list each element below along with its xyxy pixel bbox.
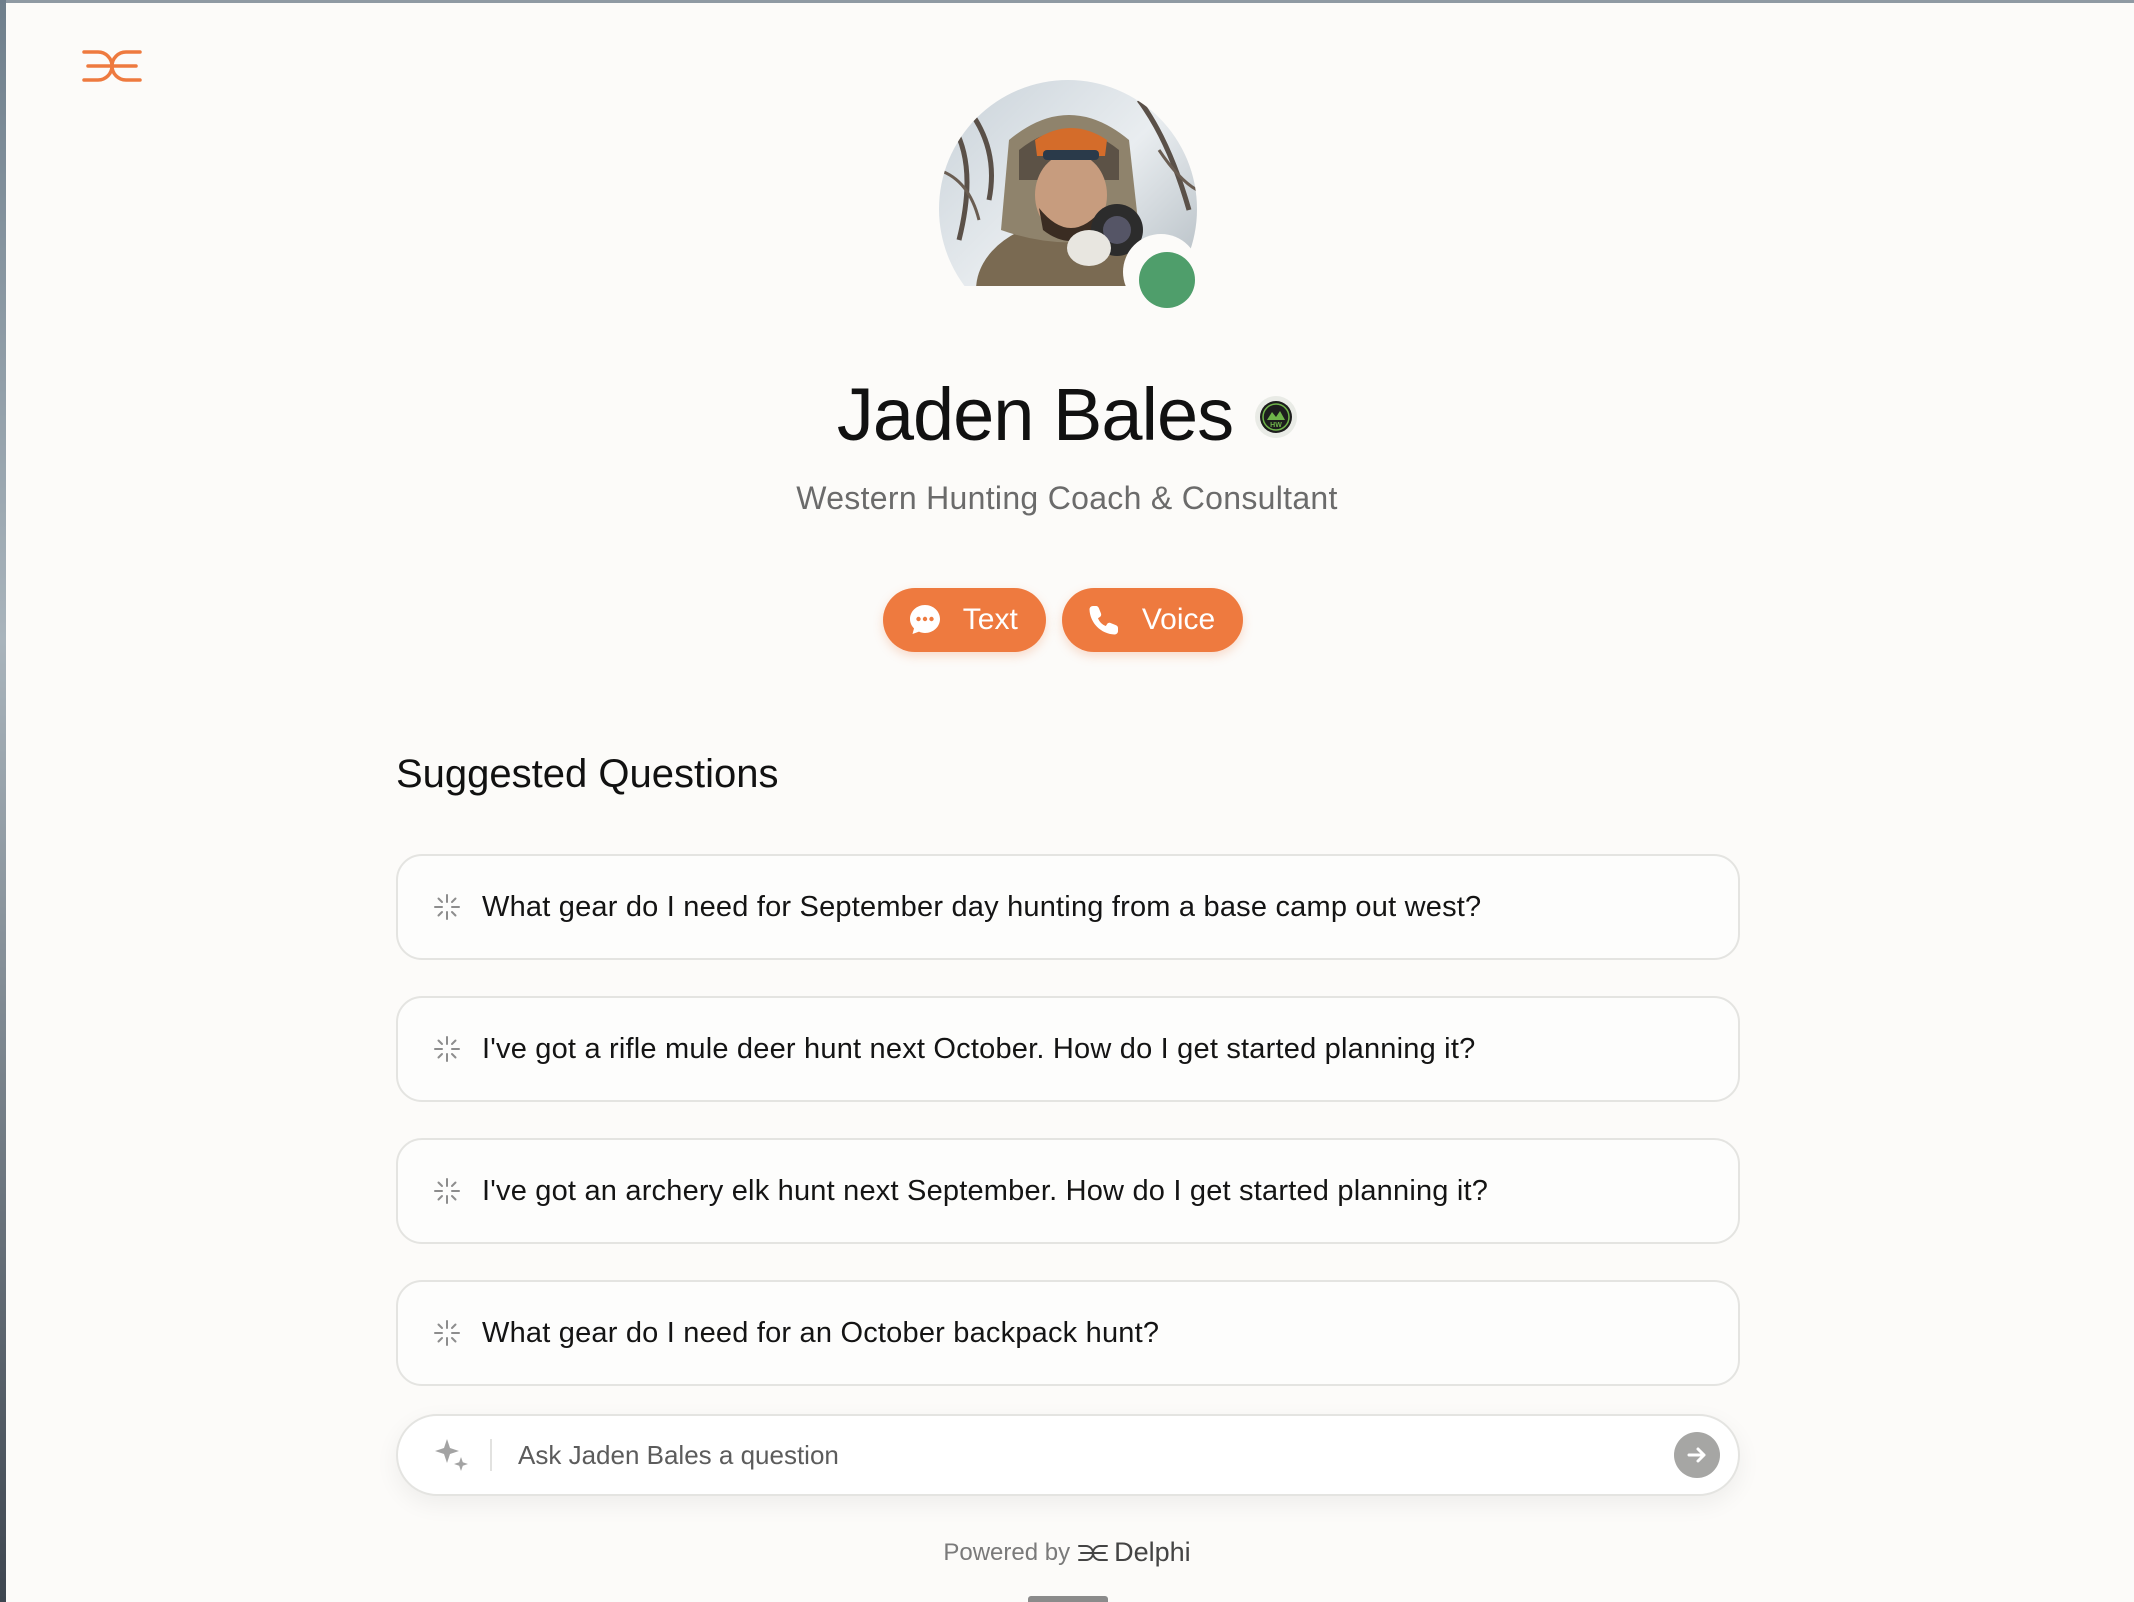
voice-button-label: Voice [1141,603,1216,636]
online-status-dot [1139,252,1195,308]
sparkle-icon [435,1439,468,1471]
ask-question-input[interactable] [516,1438,1674,1472]
suggested-question-4[interactable]: What gear do I need for an October backp… [396,1280,1740,1386]
text-chat-button[interactable]: Text [882,588,1046,652]
profile-subtitle: Western Hunting Coach & Consultant [796,480,1338,516]
delphi-brand: Delphi [1078,1537,1191,1568]
delphi-brand-name: Delphi [1114,1537,1191,1567]
loading-spark-icon [434,1036,460,1062]
suggested-question-1[interactable]: What gear do I need for September day hu… [396,854,1740,960]
window-left-edge [0,0,6,1602]
phone-icon [1086,602,1122,638]
suggested-question-2[interactable]: I've got a rifle mule deer hunt next Oct… [396,996,1740,1102]
delphi-logo-icon[interactable] [82,46,142,86]
question-text: What gear do I need for September day hu… [482,890,1482,923]
question-text: I've got an archery elk hunt next Septem… [482,1174,1489,1207]
page: Jaden Bales HW Western Hunting Coach & C… [0,0,2134,1602]
contact-actions: Text Voice [0,588,2134,652]
input-divider [490,1439,492,1471]
window-top-edge [0,0,2134,3]
profile-header: Jaden Bales HW [0,372,2134,457]
profile-name: Jaden Bales [836,373,1234,456]
loading-spark-icon [434,1178,460,1204]
question-text: I've got a rifle mule deer hunt next Oct… [482,1032,1476,1065]
text-button-label: Text [962,603,1018,636]
powered-by-label: Powered by [943,1538,1071,1566]
loading-spark-icon [434,894,460,920]
suggested-questions-title: Suggested Questions [396,752,779,796]
send-button[interactable] [1674,1432,1720,1478]
ask-question-bar [396,1414,1740,1496]
powered-by-footer[interactable]: Powered by Delphi [0,1537,2134,1568]
loading-spark-icon [434,1320,460,1346]
arrow-right-icon [1687,1447,1706,1463]
avatar [939,80,1199,310]
svg-text:HW: HW [1270,422,1282,429]
voice-call-button[interactable]: Voice [1061,588,1244,652]
delphi-logo-icon [1078,1544,1109,1561]
question-text: What gear do I need for an October backp… [482,1316,1160,1349]
hunting-badge-icon: HW [1255,395,1298,438]
chat-bubble-icon [907,602,943,638]
scroll-handle[interactable] [1028,1596,1108,1602]
suggested-questions-list: What gear do I need for September day hu… [396,854,1740,1422]
suggested-question-3[interactable]: I've got an archery elk hunt next Septem… [396,1138,1740,1244]
